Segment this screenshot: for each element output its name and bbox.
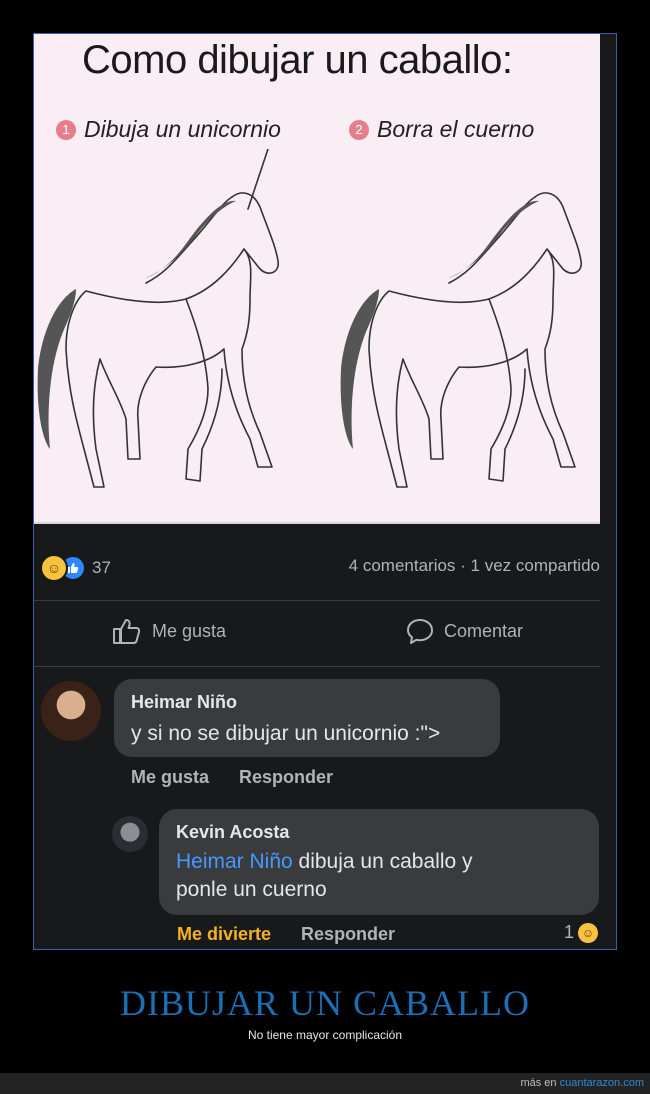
post-frame: Como dibujar un caballo: 1 Dibuja un uni… [33, 33, 617, 950]
horse-drawing [340, 192, 582, 488]
reply-actions: Me divierte Responder [177, 924, 395, 945]
commenter-name[interactable]: Kevin Acosta [176, 822, 289, 843]
divider [34, 666, 600, 667]
reply-text-line2: ponle un cuerno [176, 878, 327, 901]
reply-reply-button[interactable]: Responder [301, 924, 395, 945]
avatar[interactable] [112, 816, 148, 852]
reactions-row[interactable]: ☺ 37 4 comentarios · 1 vez compartido [40, 554, 600, 582]
haha-reaction-icon: ☺ [40, 554, 68, 582]
comment-text: y si no se dibujar un unicornio :"> [131, 722, 441, 745]
reaction-summary[interactable]: ☺ 37 [40, 554, 111, 582]
reply-text-line1: dibuja un caballo y [292, 850, 473, 873]
step-2-number: 2 [349, 119, 369, 140]
like-button[interactable]: Me gusta [112, 617, 226, 645]
avatar[interactable] [41, 681, 101, 741]
comment-label: Comentar [444, 620, 524, 641]
meme-title: Como dibujar un caballo: [82, 38, 513, 82]
reply-bubble: Kevin Acosta Heimar Niño dibuja un cabal… [159, 809, 599, 915]
unicorn-drawing [37, 149, 279, 488]
commenter-name[interactable]: Heimar Niño [131, 692, 237, 713]
mention-link[interactable]: Heimar Niño [176, 850, 293, 873]
step-1-number: 1 [56, 119, 76, 140]
reply-reaction-number: 1 [563, 922, 574, 942]
step-1-label: Dibuja un unicornio [84, 116, 281, 142]
caption-title: DIBUJAR UN CABALLO [119, 983, 530, 1023]
meme-image: Como dibujar un caballo: 1 Dibuja un uni… [34, 34, 600, 522]
comment-reply-button[interactable]: Responder [239, 767, 333, 788]
step-2-label: Borra el cuerno [377, 116, 535, 142]
footer-link[interactable]: cuantarazon.com [560, 1077, 644, 1089]
caption-subtitle: No tiene mayor complicación [247, 1028, 403, 1042]
comment-bubble-icon [407, 619, 433, 644]
like-label: Me gusta [152, 620, 227, 641]
comment-like-button[interactable]: Me gusta [131, 767, 209, 788]
post-stats[interactable]: 4 comentarios · 1 vez compartido [349, 556, 600, 576]
comment-button[interactable]: Comentar [406, 617, 523, 645]
comment-bubble: Heimar Niño y si no se dibujar un unicor… [114, 679, 500, 757]
thumbs-up-icon [113, 619, 141, 644]
comment-actions: Me gusta Responder [131, 767, 333, 788]
footer-prefix: más en [520, 1077, 560, 1089]
reply-text: Heimar Niño dibuja un caballo y ponle un… [176, 848, 473, 904]
footer-bar: más en cuantarazon.com [0, 1073, 650, 1094]
step-2: 2 Borra el cuerno [349, 116, 534, 143]
step-1: 1 Dibuja un unicornio [56, 116, 281, 143]
reply-reaction-count[interactable]: 1 ☺ [564, 922, 598, 943]
reply-haha-button[interactable]: Me divierte [177, 924, 271, 945]
footer-text: más en cuantarazon.com [520, 1077, 644, 1089]
meme-separator [34, 522, 600, 524]
haha-reaction-icon: ☺ [578, 922, 598, 943]
reaction-count: 37 [92, 558, 111, 577]
divider [34, 600, 600, 601]
